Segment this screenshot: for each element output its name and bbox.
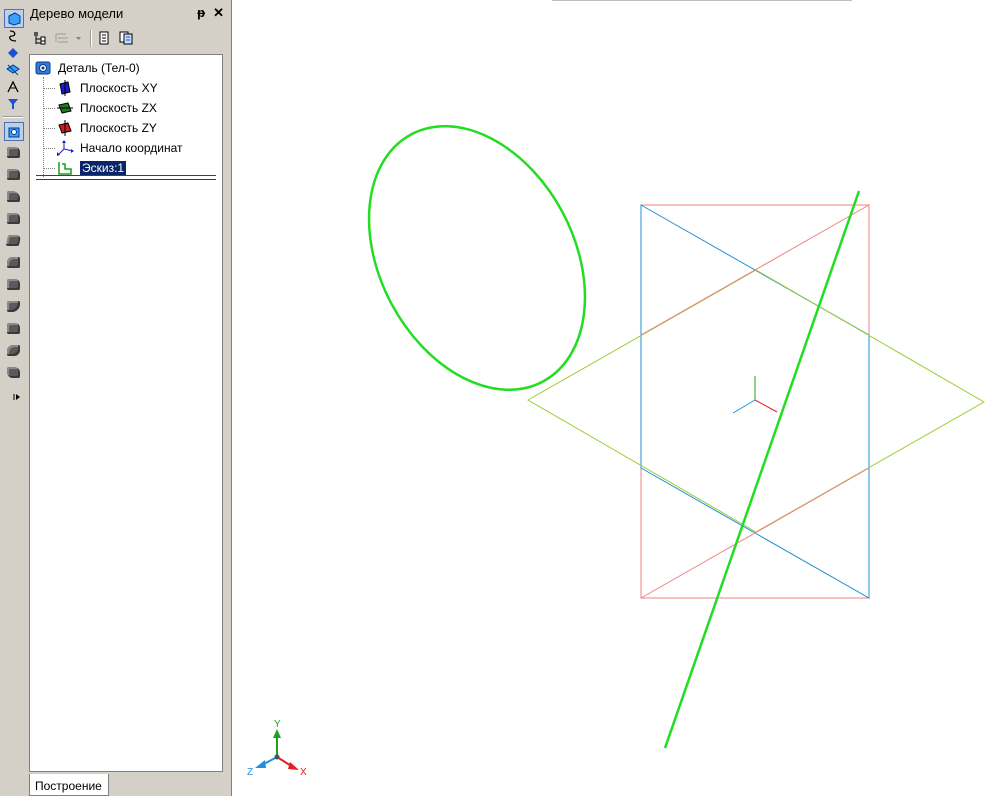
measure-icon: [7, 80, 19, 92]
viewport-top-edge: [552, 0, 852, 1]
cut-extrude-icon: [6, 169, 20, 180]
left-vertical-toolbar: [0, 0, 27, 400]
tree-structure-icon: [34, 32, 46, 45]
plane-xy-icon: [56, 80, 74, 96]
solid-part-icon: [8, 127, 20, 137]
arrow-right-icon: [13, 394, 20, 400]
cube-icon: [8, 11, 21, 26]
tree-item-plane-zy[interactable]: Плоскость ZY: [56, 119, 157, 137]
tree-view-button[interactable]: [32, 30, 48, 46]
extrude-active-button[interactable]: [4, 122, 24, 141]
tree-item-label: Начало координат: [80, 141, 183, 155]
tab-label: Построение: [35, 779, 102, 793]
axis-triad: Y X Z: [247, 719, 307, 778]
tree-item-plane-zx[interactable]: Плоскость ZX: [56, 99, 157, 117]
revolve-icon: [6, 191, 20, 202]
part-icon: [34, 60, 52, 76]
extrude-icon: [6, 147, 20, 158]
copy-document-icon: [119, 31, 133, 45]
rib-button[interactable]: [4, 298, 22, 315]
tree-item-label: Эскиз:1: [80, 161, 127, 175]
axis-x-label: X: [300, 767, 307, 778]
origin-icon: [56, 140, 74, 156]
tree-list-icon: [55, 33, 81, 43]
fillet-icon: [5, 235, 21, 246]
sketch-curve-button[interactable]: [4, 27, 22, 44]
tree-item-origin[interactable]: Начало координат: [56, 139, 183, 157]
tree-item-label: Плоскость ZX: [80, 101, 157, 115]
draft-icon: [6, 323, 20, 334]
toolbar-overflow-arrow[interactable]: [0, 390, 26, 400]
aux-geometry-button[interactable]: [4, 61, 22, 78]
plane-zy-icon: [56, 120, 74, 136]
fillet-button[interactable]: [4, 232, 22, 249]
measure-button[interactable]: [4, 78, 22, 95]
tree-item-label: Плоскость XY: [80, 81, 158, 95]
chamfer-icon: [6, 257, 20, 268]
model-tree-panel: Дерево модели ᵽ ✕ Деталь (Тел-0) Плоскос…: [26, 0, 230, 796]
pattern-icon: [6, 345, 20, 356]
copy-properties-button[interactable]: [118, 30, 134, 46]
tree-item-label: Деталь (Тел-0): [58, 61, 140, 75]
close-icon[interactable]: ✕: [213, 5, 224, 21]
filter-button[interactable]: [4, 95, 22, 112]
chamfer-button[interactable]: [4, 254, 22, 271]
shell-button[interactable]: [4, 276, 22, 293]
axis-z-label: Z: [247, 767, 253, 778]
hole-button[interactable]: [4, 210, 22, 227]
curve-icon: [9, 29, 17, 42]
surface-icon: [8, 47, 18, 58]
pattern-button[interactable]: [4, 342, 22, 359]
properties-button[interactable]: [96, 30, 112, 46]
filter-icon: [8, 98, 18, 109]
extrude-button[interactable]: [4, 144, 22, 161]
rib-icon: [6, 301, 20, 312]
surface-button[interactable]: [4, 44, 22, 61]
panel-title: Дерево модели: [30, 5, 124, 21]
mirror-button[interactable]: [4, 364, 22, 381]
tree-item-label: Плоскость ZY: [80, 121, 157, 135]
revolve-button[interactable]: [4, 188, 22, 205]
shell-icon: [6, 279, 20, 290]
plane-zx-icon: [56, 100, 74, 116]
axis-y-label: Y: [274, 719, 281, 730]
viewport-canvas[interactable]: Y X Z: [232, 0, 990, 796]
pin-icon[interactable]: ᵽ: [197, 5, 205, 21]
tab-build[interactable]: Построение: [29, 774, 109, 796]
sketch-ellipse[interactable]: [326, 89, 629, 427]
cut-extrude-button[interactable]: [4, 166, 22, 183]
part-mode-button[interactable]: [4, 9, 24, 28]
3d-viewport[interactable]: Y X Z: [231, 0, 990, 796]
hole-icon: [6, 213, 20, 224]
panel-title-bar: Дерево модели ᵽ ✕: [26, 0, 230, 26]
draft-button[interactable]: [4, 320, 22, 337]
tree-splitter[interactable]: [36, 175, 216, 180]
sort-dropdown-button[interactable]: [54, 30, 84, 46]
mirror-icon: [6, 367, 20, 378]
sketch-icon: [56, 160, 74, 176]
origin-triad[interactable]: [732, 376, 778, 414]
model-tree[interactable]: Деталь (Тел-0) Плоскость XY Плоскость ZX…: [29, 54, 223, 772]
panel-tab-bar: Построение: [26, 772, 230, 796]
aux-geometry-icon: [6, 63, 20, 75]
tree-item-part[interactable]: Деталь (Тел-0): [34, 59, 140, 77]
document-icon: [99, 31, 109, 45]
tree-item-plane-xy[interactable]: Плоскость XY: [56, 79, 158, 97]
panel-toolbar: [26, 26, 230, 52]
